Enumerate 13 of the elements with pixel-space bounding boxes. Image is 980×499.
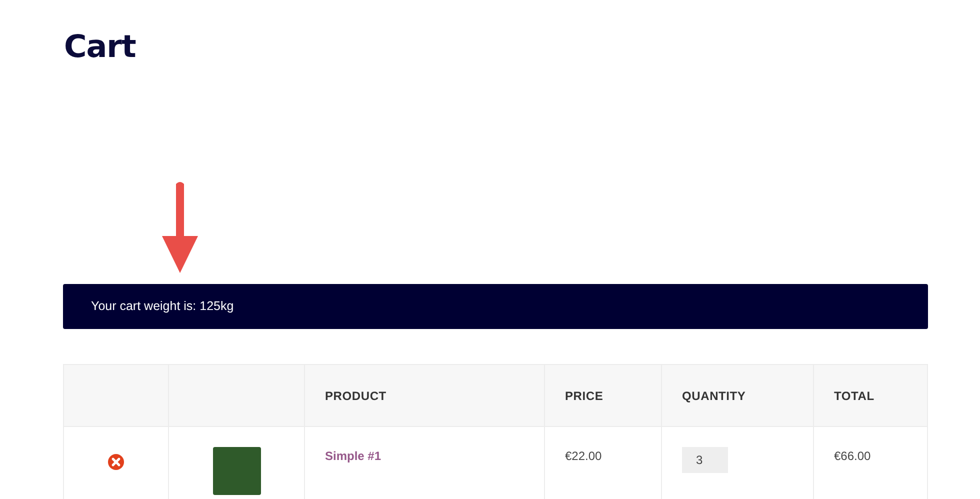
column-header: QUANTITY [662, 364, 814, 426]
column-header: TOTAL [814, 364, 928, 426]
product-link[interactable]: Simple #1 [325, 449, 382, 463]
total-text: €66.00 [834, 449, 871, 463]
arrow-icon [161, 180, 199, 274]
page-title: Cart [64, 28, 136, 67]
cart-weight-notice: Your cart weight is: 125kg [63, 284, 928, 329]
product-thumbnail-placeholder [212, 447, 260, 495]
column-header: PRODUCT [304, 364, 544, 426]
quantity-field[interactable]: 3 [682, 447, 728, 473]
remove-icon[interactable] [108, 454, 124, 470]
column-header: PRICE [544, 364, 662, 426]
price-text: €22.00 [565, 449, 602, 463]
